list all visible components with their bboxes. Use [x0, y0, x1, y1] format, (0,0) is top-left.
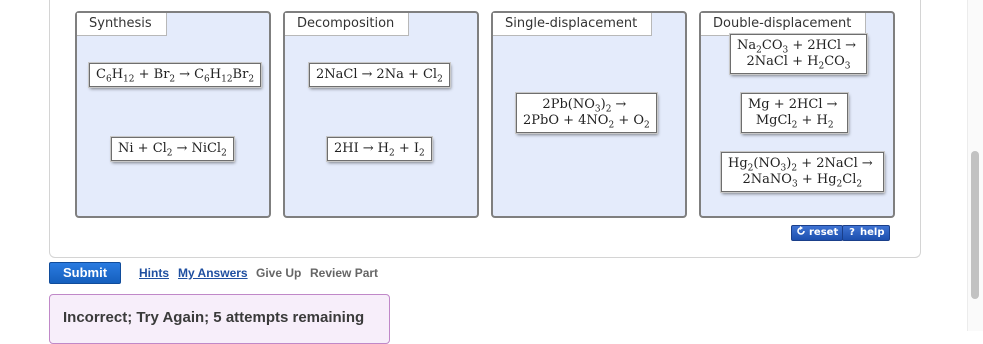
formula-text: Hg	[728, 156, 748, 171]
sorting-panel: Synthesis C6H12 + Br2 → C6H12Br2 Ni + Cl2 →…	[49, 0, 921, 258]
formula-text: Cl	[842, 172, 857, 187]
reaction-card[interactable]: 2NaCl → 2Na + Cl2	[309, 63, 450, 87]
formula-text: 2NaNO	[742, 172, 792, 187]
subscript: 12	[221, 74, 233, 85]
bin-double-displacement[interactable]: Double-displacement Na2CO3 + 2HCl → 2NaCl …	[699, 11, 895, 218]
help-icon: ?	[849, 227, 855, 236]
reaction-arrow-icon: →	[861, 156, 873, 171]
reaction-arrow-icon: →	[179, 67, 191, 82]
subscript: 2	[248, 74, 255, 85]
formula-text: + Br	[134, 67, 170, 82]
reset-icon	[797, 226, 805, 235]
review-part-link[interactable]: Review Part	[310, 266, 378, 280]
formula-text: NiCl	[191, 141, 222, 156]
reaction-line: Ni + Cl2 → NiCl2	[118, 141, 227, 159]
subscript: 2	[419, 148, 425, 159]
subscript: 2	[856, 179, 863, 190]
bin-label: Single-displacement	[493, 13, 653, 36]
formula-text: H	[209, 67, 222, 82]
reaction-arrow-icon: →	[361, 67, 373, 82]
subscript: 2	[166, 148, 173, 159]
subscript: 2	[437, 74, 443, 85]
bin-label: Decomposition	[285, 13, 410, 36]
formula-text: 2Na + Cl	[376, 67, 438, 82]
formula-text: Na	[737, 38, 757, 53]
formula-text: + 2HCl	[788, 38, 842, 53]
subscript: 2	[169, 74, 176, 85]
reaction-card[interactable]: Hg2(NO3)2 + 2NaCl → 2NaNO3 + Hg2Cl2	[721, 152, 884, 192]
reaction-line: 2NaCl + H2CO3	[737, 54, 860, 72]
reaction-line: 2Pb(NO3)2 →	[523, 97, 650, 114]
formula-text: Mg + 2HCl	[748, 97, 823, 112]
reaction-card[interactable]: 2HI → H2 + I2	[327, 137, 432, 161]
bin-label: Synthesis	[77, 13, 167, 36]
reaction-arrow-icon: →	[362, 141, 374, 156]
bin-label: Double-displacement	[701, 13, 867, 36]
formula-text: + Hg	[797, 172, 837, 187]
reaction-arrow-icon: →	[615, 97, 627, 112]
formula-text: (NO	[753, 156, 781, 171]
formula-text: 2HI	[334, 141, 359, 156]
my-answers-link[interactable]: My Answers	[178, 266, 248, 280]
formula-text: 2NaCl + H	[746, 54, 819, 69]
help-button[interactable]: ? help	[842, 225, 890, 241]
bin-synthesis[interactable]: Synthesis C6H12 + Br2 → C6H12Br2 Ni + Cl2 →…	[75, 11, 271, 218]
formula-text: CO	[761, 38, 783, 53]
reaction-arrow-icon: →	[176, 141, 188, 156]
svg-text:?: ?	[849, 227, 855, 236]
formula-text: Br	[232, 67, 249, 82]
formula-text: C	[194, 67, 205, 82]
formula-text: 2PbO + 4NO	[523, 113, 609, 128]
subscript: 2	[827, 120, 834, 131]
reaction-line: Na2CO3 + 2HCl →	[737, 38, 860, 55]
give-up-link[interactable]: Give Up	[256, 266, 301, 280]
formula-text: H	[111, 67, 124, 82]
reaction-line: Mg + 2HCl →	[748, 97, 841, 113]
formula-text: MgCl	[755, 113, 792, 128]
reaction-card[interactable]: Ni + Cl2 → NiCl2	[111, 137, 234, 161]
formula-text: + O	[614, 113, 645, 128]
scrollbar-thumb[interactable]	[971, 151, 979, 299]
reset-button[interactable]: reset	[791, 225, 844, 241]
bin-single-displacement[interactable]: Single-displacement 2Pb(NO3)2 → 2PbO + 4NO…	[491, 11, 687, 218]
submit-button[interactable]: Submit	[49, 262, 121, 284]
formula-text: Ni + Cl	[118, 141, 167, 156]
reaction-card[interactable]: Na2CO3 + 2HCl → 2NaCl + H2CO3	[730, 34, 867, 74]
reaction-card[interactable]: C6H12 + Br2 → C6H12Br2	[89, 63, 262, 87]
formula-text: 2Pb(NO	[542, 97, 595, 112]
bin-decomposition[interactable]: Decomposition 2NaCl → 2Na + Cl2 2HI → H2 + I…	[283, 11, 479, 218]
reaction-line: 2HI → H2 + I2	[334, 141, 425, 159]
formula-text: + 2NaCl	[797, 156, 858, 171]
formula-text: + I	[394, 141, 420, 156]
subscript: 3	[844, 61, 851, 72]
reaction-line: 2PbO + 4NO2 + O2	[523, 113, 650, 131]
formula-text: CO	[824, 54, 845, 69]
formula-text: H	[377, 141, 389, 156]
reset-label: reset	[809, 227, 839, 238]
reaction-line: 2NaNO3 + Hg2Cl2	[728, 172, 877, 190]
reaction-arrow-icon: →	[845, 38, 856, 53]
feedback-message: Incorrect; Try Again; 5 attempts remaini…	[49, 294, 390, 344]
help-label: help	[860, 227, 885, 238]
formula-text: C	[96, 67, 106, 82]
reaction-card[interactable]: Mg + 2HCl → MgCl2 + H2	[741, 93, 849, 133]
reaction-arrow-icon: →	[826, 97, 838, 112]
subscript: 2	[644, 120, 650, 131]
formula-text: + H	[797, 113, 828, 128]
reaction-line: C6H12 + Br2 → C6H12Br2	[96, 67, 255, 85]
reaction-line: MgCl2 + H2	[748, 113, 841, 131]
reaction-card[interactable]: 2Pb(NO3)2 → 2PbO + 4NO2 + O2	[516, 93, 657, 133]
formula-text: 2NaCl	[316, 67, 358, 82]
subscript: 2	[221, 148, 227, 159]
reaction-line: Hg2(NO3)2 + 2NaCl →	[728, 156, 877, 173]
hints-link[interactable]: Hints	[139, 266, 169, 280]
subscript: 12	[123, 74, 135, 85]
reaction-line: 2NaCl → 2Na + Cl2	[316, 67, 443, 85]
